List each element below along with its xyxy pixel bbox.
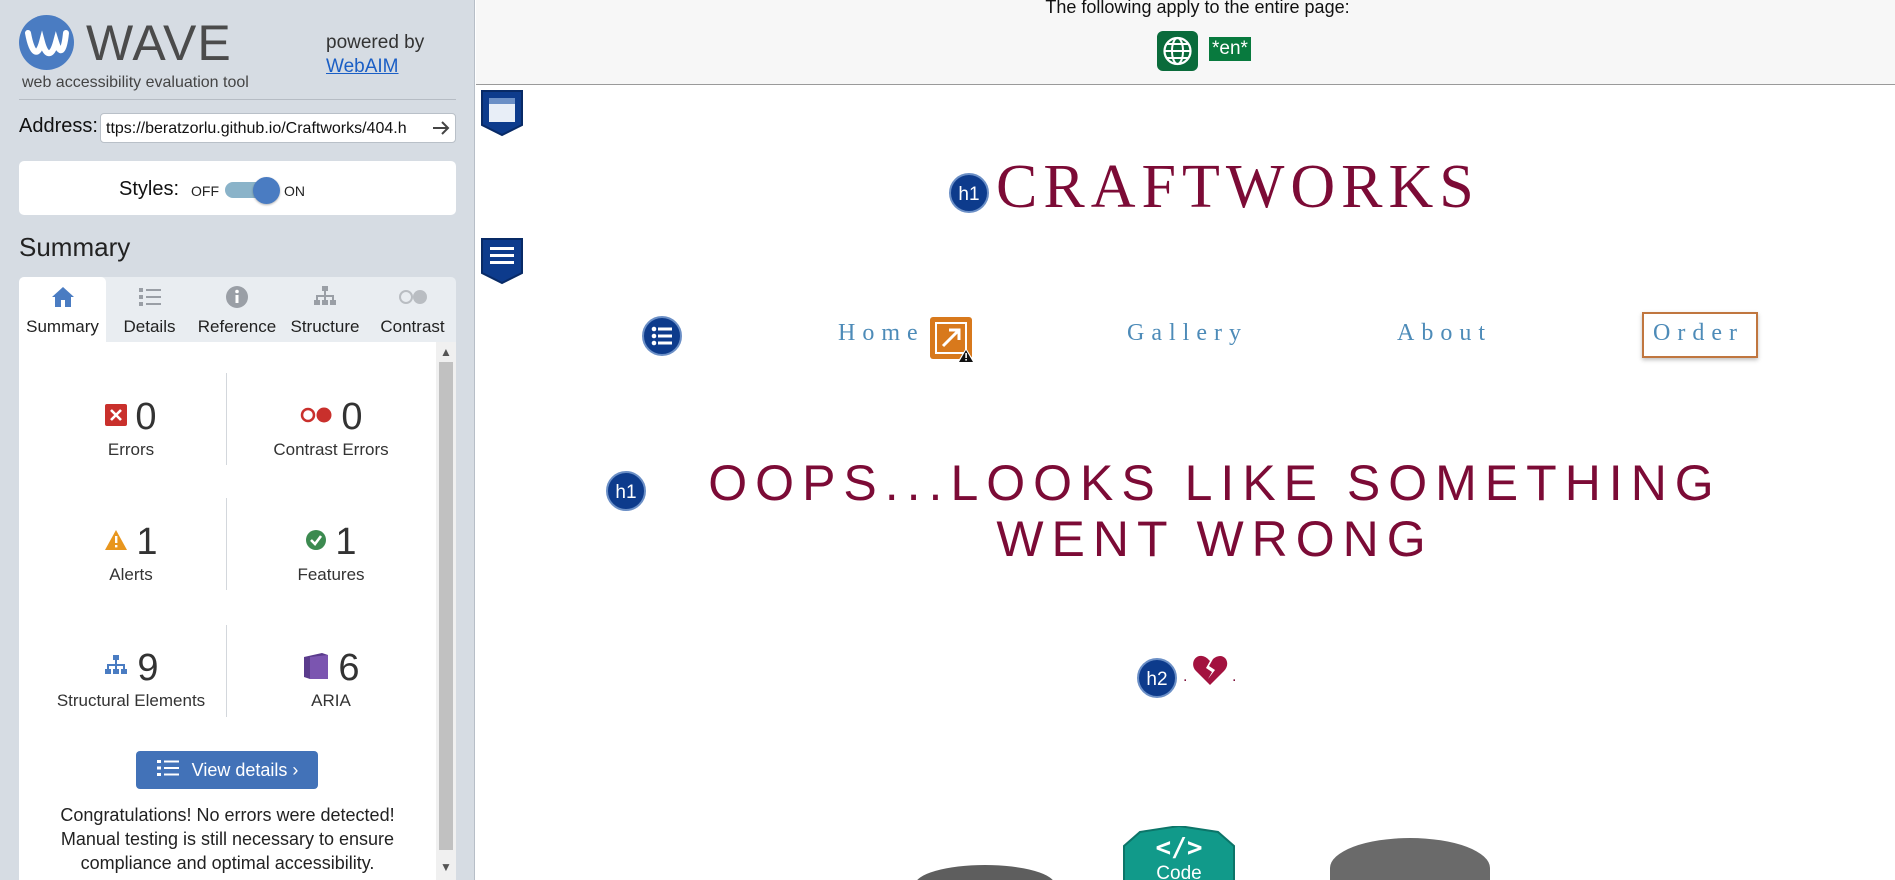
- alerts-label: Alerts: [109, 565, 153, 584]
- wave-tabs: Summary Details Reference Structure Cont…: [19, 277, 456, 342]
- stat-separator: [226, 498, 227, 590]
- tab-structure[interactable]: Structure: [281, 277, 369, 342]
- wave-sidebar: WAVE web accessibility evaluation tool p…: [0, 0, 475, 880]
- nav-home-link[interactable]: Home: [838, 320, 925, 347]
- structure-icon: [103, 654, 129, 683]
- aria-count: 6: [338, 646, 360, 689]
- tab-structure-label: Structure: [290, 317, 360, 336]
- styles-off-label: OFF: [191, 183, 219, 199]
- view-details-button[interactable]: View details ›: [136, 751, 318, 789]
- error-heading: OOPS...LOOKS LIKE SOMETHING WENT WRONG: [708, 455, 1722, 567]
- h2-badge-text: h2: [1146, 669, 1167, 690]
- brand-logo[interactable]: CRAFTWORKS: [996, 152, 1480, 223]
- stat-contrast-errors[interactable]: 0 Contrast Errors: [236, 396, 426, 460]
- alerts-count: 1: [136, 520, 158, 563]
- powered-by: powered by WebAIM: [326, 31, 424, 79]
- heading-dot: .: [1183, 668, 1188, 685]
- redundant-link-alert-icon[interactable]: [929, 316, 977, 369]
- page-level-text: The following apply to the entire page:: [1045, 0, 1350, 17]
- powered-by-text: powered by: [326, 32, 425, 53]
- aria-label: ARIA: [311, 691, 351, 710]
- error-icon: [105, 403, 128, 431]
- list-icon: [106, 285, 193, 315]
- language-globe-icon[interactable]: [1157, 31, 1198, 71]
- h1-badge-text: h1: [615, 482, 636, 503]
- congrats-message: Congratulations! No errors were detected…: [60, 805, 395, 873]
- tab-summary-label: Summary: [26, 317, 99, 336]
- tab-summary[interactable]: Summary: [19, 277, 106, 342]
- info-icon: [193, 285, 281, 315]
- feature-check-icon: [305, 529, 327, 556]
- broken-heart-icon: [1192, 653, 1228, 692]
- stat-features[interactable]: 1 Features: [236, 521, 426, 585]
- contrast-errors-label: Contrast Errors: [273, 440, 389, 459]
- contrast-errors-count: 0: [341, 395, 363, 438]
- scroll-down-icon[interactable]: ▼: [439, 860, 453, 874]
- language-badge[interactable]: *en*: [1209, 37, 1251, 61]
- features-count: 1: [335, 520, 357, 563]
- tab-reference[interactable]: Reference: [193, 277, 281, 342]
- contrast-toggle-icon: [369, 285, 456, 315]
- code-glyph: </>: [1156, 833, 1203, 863]
- home-icon: [19, 285, 106, 315]
- page-level-bar: The following apply to the entire page: …: [476, 0, 1895, 85]
- stat-separator: [226, 625, 227, 717]
- errors-count: 0: [135, 395, 157, 438]
- features-label: Features: [297, 565, 365, 584]
- stat-aria[interactable]: 6 ARIA: [236, 647, 426, 711]
- summary-scrollbar[interactable]: ▲ ▼: [436, 342, 456, 880]
- code-badge-icon[interactable]: </> Code: [1122, 824, 1236, 880]
- structural-label: Structural Elements: [56, 691, 206, 710]
- list-badge-icon[interactable]: [641, 315, 683, 362]
- scroll-thumb[interactable]: [439, 362, 453, 850]
- stat-structural[interactable]: 9 Structural Elements: [36, 647, 226, 711]
- alert-icon: [104, 529, 128, 556]
- wave-logo-text: WAVE: [86, 15, 232, 71]
- stat-errors[interactable]: 0 Errors: [36, 396, 226, 460]
- tab-details-label: Details: [123, 317, 176, 336]
- webaim-link[interactable]: WebAIM: [326, 56, 399, 77]
- tab-reference-label: Reference: [197, 317, 277, 336]
- tab-contrast-label: Contrast: [380, 317, 445, 336]
- nav-order-link[interactable]: Order: [1653, 320, 1744, 347]
- tab-contrast[interactable]: Contrast: [369, 277, 456, 342]
- stat-separator: [226, 373, 227, 465]
- aria-icon: [302, 651, 330, 686]
- wave-logo-subtitle: web accessibility evaluation tool: [22, 74, 249, 91]
- errors-label: Errors: [107, 440, 155, 459]
- h1-badge-text: h1: [958, 184, 979, 205]
- code-badge-label: Code: [1156, 863, 1201, 880]
- address-input[interactable]: ttps://beratzorlu.github.io/Craftworks/4…: [100, 113, 456, 143]
- view-details-label: View details ›: [191, 759, 299, 780]
- h2-badge-icon[interactable]: h2: [1136, 657, 1178, 704]
- structural-count: 9: [137, 646, 159, 689]
- styles-on-label: ON: [284, 183, 305, 199]
- wave-logo-icon: [19, 15, 74, 70]
- tab-details[interactable]: Details: [106, 277, 193, 342]
- header-region-icon[interactable]: [480, 89, 524, 137]
- styles-panel: Styles: OFF ON: [19, 161, 456, 215]
- rock-image-right: [1330, 838, 1490, 880]
- stat-alerts[interactable]: 1 Alerts: [36, 521, 226, 585]
- address-label: Address:: [19, 115, 98, 137]
- nav-about-link[interactable]: About: [1397, 320, 1492, 347]
- sitemap-icon: [281, 285, 369, 315]
- styles-label: Styles:: [119, 178, 180, 200]
- h1-badge-icon[interactable]: h1: [948, 172, 990, 219]
- nav-gallery-link[interactable]: Gallery: [1127, 320, 1248, 347]
- sidebar-divider: [19, 99, 456, 100]
- screen: WAVE web accessibility evaluation tool p…: [0, 0, 1895, 880]
- scroll-up-icon[interactable]: ▲: [439, 345, 453, 359]
- navigation-region-icon[interactable]: [480, 237, 524, 285]
- heading-dot: .: [1232, 668, 1237, 685]
- contrast-error-icon: [299, 405, 333, 430]
- list-icon: [156, 758, 180, 783]
- rock-image-left: [915, 865, 1055, 880]
- summary-heading: Summary: [19, 232, 131, 262]
- address-go-arrow-icon[interactable]: [430, 116, 452, 140]
- styles-toggle-knob[interactable]: [253, 177, 280, 204]
